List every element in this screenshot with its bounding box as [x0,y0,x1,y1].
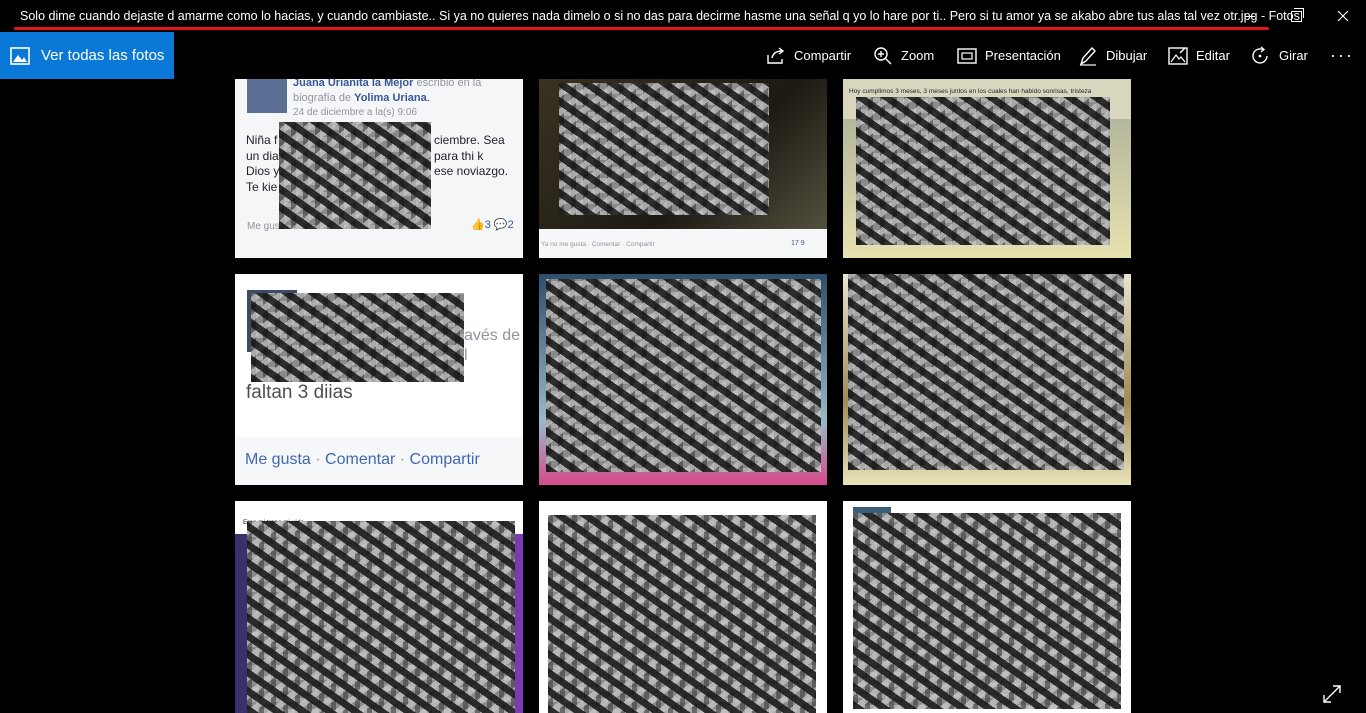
pixelated-region [548,515,816,713]
post-line-4: Te kie [246,179,278,194]
post-verb: escribió en la [416,79,482,89]
zoom-label: Zoom [901,48,935,63]
slideshow-icon [957,47,977,64]
collage-cell-2: Ya no me gusta · Comentar · Compartir 17… [539,79,827,258]
post-line-2: un dia [246,148,279,163]
rotate-icon [1252,45,1268,64]
post-target: Yolima Uriana [354,92,427,104]
pixelated-region [247,521,515,713]
see-all-label: Ver todas las fotos [41,47,165,64]
minimize-button[interactable] [1227,0,1273,32]
collage-cell-3: Hoy cumplimos 3 meses, 3 meses juntos en… [843,79,1131,258]
share-button[interactable]: Compartir [766,32,851,79]
post-big-text: faltan 3 diias [246,382,353,403]
collage-cell-1: Juana Urianita la Mejor escribió en la b… [235,79,523,258]
post-line-right-3: ese noviazgo. [434,164,509,178]
share-icon [767,46,785,64]
pixelated-region [279,122,431,229]
comments-count: 9 [800,240,805,247]
pixelated-region [853,513,1121,709]
post-line-right-1: ciembre. Sea [434,133,505,147]
toolbar: Ver todas las fotos Compartir Zoom Prese… [0,32,1366,79]
title-bar: Solo dime cuando dejaste d amarme como l… [0,0,1366,32]
close-button[interactable] [1320,0,1366,32]
edit-button[interactable]: Editar [1168,32,1230,79]
draw-button[interactable]: Dibujar [1078,32,1147,79]
pixelated-region [848,274,1124,470]
post-like: Me gus [247,221,280,232]
pixelated-region [251,293,464,382]
post-bio-of: biografía de [293,92,352,104]
post-line-3: Dios y [246,164,280,178]
zoom-button[interactable]: Zoom [873,32,934,79]
collage-cell-9 [843,501,1131,713]
comment-icon: 💬 [493,219,508,231]
rotate-button[interactable]: Girar [1251,32,1308,79]
post-partial-text: avés de l [464,327,521,364]
comments-count: 2 [507,219,514,231]
post-author: Juana Urianita la Mejor [293,79,414,89]
post-time: 24 de diciembre a la(s) 9:06 [293,107,417,118]
minimize-icon [1245,15,1255,17]
close-icon [1337,10,1349,22]
collage-cell-8 [539,501,827,713]
collage-cell-4: avés de l faltan 3 diias Me gusta · Come… [235,274,523,485]
edit-icon [1168,46,1188,65]
thumbs-up-icon: 👍 [471,219,485,231]
collage-cell-7: Eres mi trono mi vida [235,501,523,713]
pixelated-region [559,83,769,215]
photos-icon [10,46,30,65]
slideshow-button[interactable]: Presentación [957,32,1061,79]
post-text: Hoy cumplimos 3 meses, 3 meses juntos en… [849,88,1092,95]
title-underline [14,27,1269,30]
expand-icon[interactable] [1322,684,1342,704]
pixelated-region [546,279,821,472]
edit-label: Editar [1196,48,1230,63]
more-options-button[interactable]: ··· [1330,32,1354,79]
draw-icon [1079,46,1096,66]
avatar [247,79,287,113]
post-line-1: Niña f [246,133,278,147]
zoom-icon [874,46,892,64]
draw-label: Dibujar [1106,48,1148,63]
pixelated-region [856,97,1110,245]
likes-count: 3 [484,219,491,231]
post-footer-actions: Ya no me gusta · Comentar · Compartir [541,241,655,248]
see-all-photos-button[interactable]: Ver todas las fotos [0,32,174,79]
post-line-right-2: para thi k [434,148,484,163]
rotate-label: Girar [1279,48,1308,63]
collage-cell-5 [539,274,827,485]
restore-button[interactable] [1273,0,1319,32]
collage-cell-6 [843,274,1131,485]
share-label: Compartir [794,48,852,63]
comment-action: Comentar [325,451,396,468]
window-title: Solo dime cuando dejaste d amarme como l… [20,9,1300,23]
like-action: Me gusta [245,451,311,468]
restore-icon [1290,7,1304,22]
slideshow-label: Presentación [985,48,1061,63]
likes-count: 17 [791,240,799,247]
share-action: Compartir [409,451,480,468]
